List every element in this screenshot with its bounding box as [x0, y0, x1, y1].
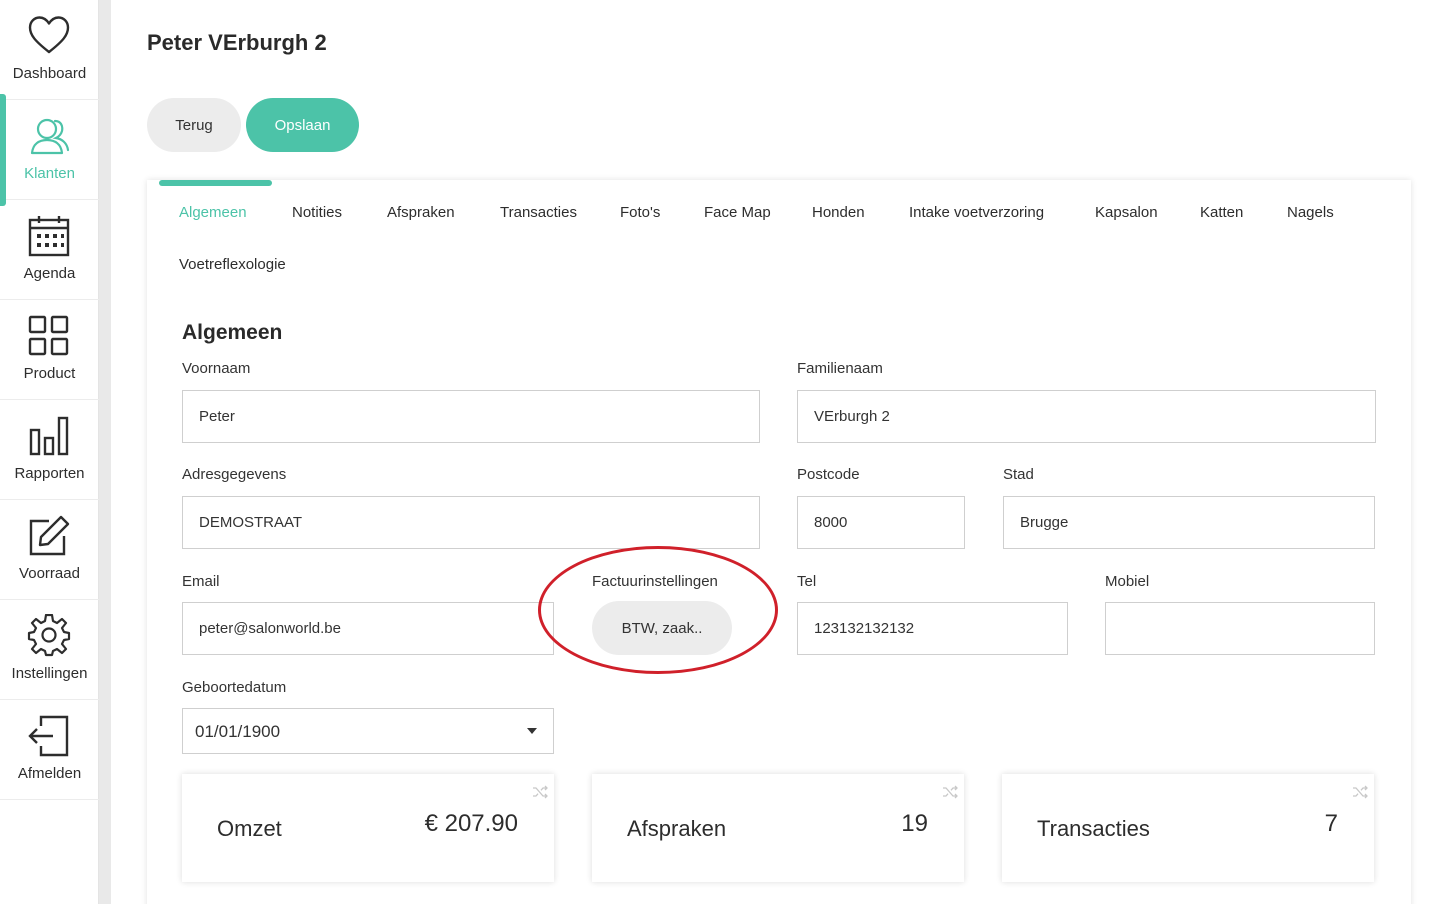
tel-input[interactable]: 123132132132 — [797, 602, 1068, 655]
sidebar-item-label: Agenda — [23, 265, 76, 282]
familienaam-label: Familienaam — [797, 360, 883, 377]
voornaam-input[interactable]: Peter — [182, 390, 760, 443]
shuffle-icon[interactable] — [1352, 784, 1368, 800]
sidebar-gutter — [99, 0, 111, 904]
tab-intake-voetverzoring[interactable]: Intake voetverzoring — [909, 204, 1044, 221]
caret-down-icon — [527, 728, 537, 734]
shuffle-icon[interactable] — [532, 784, 548, 800]
tab-voetreflexologie[interactable]: Voetreflexologie — [179, 256, 286, 273]
tab-face-map[interactable]: Face Map — [704, 204, 771, 221]
sidebar-item-label: Instellingen — [11, 665, 88, 682]
logout-icon — [28, 715, 69, 757]
grid-icon — [28, 315, 69, 356]
back-button[interactable]: Terug — [147, 98, 241, 152]
factuur-settings-button[interactable]: BTW, zaak.. — [592, 601, 732, 655]
tab-afspraken[interactable]: Afspraken — [387, 204, 455, 221]
voornaam-label: Voornaam — [182, 360, 251, 377]
tab-notities[interactable]: Notities — [292, 204, 342, 221]
stat-value: 19 — [901, 810, 928, 837]
tab-algemeen[interactable]: Algemeen — [179, 204, 247, 221]
page-title: Peter VErburgh 2 — [147, 30, 327, 55]
tab-nagels[interactable]: Nagels — [1287, 204, 1334, 221]
sidebar-item-instellingen[interactable]: Instellingen — [0, 600, 99, 700]
sidebar-item-label: Rapporten — [14, 465, 85, 482]
tel-label: Tel — [797, 573, 817, 590]
postcode-input[interactable]: 8000 — [797, 496, 965, 549]
active-tab-indicator — [159, 180, 272, 186]
heart-icon — [28, 16, 70, 54]
sidebar-item-label: Klanten — [24, 165, 75, 182]
calendar-icon — [28, 216, 70, 257]
mobiel-label: Mobiel — [1105, 573, 1150, 590]
tab-kapsalon[interactable]: Kapsalon — [1095, 204, 1158, 221]
stat-card-afspraken: Afspraken 19 — [592, 774, 964, 882]
sidebar-item-dashboard[interactable]: Dashboard — [0, 0, 99, 100]
stat-value: 7 — [1324, 810, 1338, 837]
stat-card-omzet: Omzet € 207.90 — [182, 774, 554, 882]
sidebar-item-klanten[interactable]: Klanten — [0, 94, 99, 206]
sidebar-item-label: Dashboard — [12, 65, 87, 82]
sidebar-item-product[interactable]: Product — [0, 300, 99, 400]
sidebar-item-label: Voorraad — [19, 565, 80, 582]
sidebar-item-label: Product — [23, 365, 76, 382]
adres-input[interactable]: DEMOSTRAAT — [182, 496, 760, 549]
geboortedatum-select[interactable]: 01/01/1900 — [182, 708, 554, 754]
users-icon — [30, 118, 70, 155]
main-content: Peter VErburgh 2 Terug Opslaan Algemeen … — [111, 0, 1430, 904]
client-card: Algemeen Notities Afspraken Transacties … — [147, 180, 1411, 904]
stat-value: € 207.90 — [424, 810, 518, 837]
geboortedatum-value: 01/01/1900 — [195, 722, 281, 741]
sidebar-item-rapporten[interactable]: Rapporten — [0, 400, 99, 500]
email-label: Email — [182, 573, 220, 590]
sidebar-item-label: Afmelden — [17, 765, 82, 782]
bar-chart-icon — [29, 416, 69, 456]
edit-icon — [29, 515, 70, 556]
sidebar-item-agenda[interactable]: Agenda — [0, 200, 99, 300]
stat-label: Afspraken — [627, 816, 727, 841]
email-input[interactable]: peter@salonworld.be — [182, 602, 554, 655]
stat-card-transacties: Transacties 7 — [1002, 774, 1374, 882]
stat-label: Omzet — [217, 816, 282, 841]
adres-label: Adresgegevens — [182, 466, 287, 483]
shuffle-icon[interactable] — [942, 784, 958, 800]
tab-transacties[interactable]: Transacties — [500, 204, 577, 221]
tab-honden[interactable]: Honden — [812, 204, 865, 221]
mobiel-input[interactable] — [1105, 602, 1375, 655]
sidebar-item-afmelden[interactable]: Afmelden — [0, 700, 99, 800]
stad-label: Stad — [1003, 466, 1034, 483]
tab-fotos[interactable]: Foto's — [620, 204, 660, 221]
gear-icon — [27, 614, 71, 657]
tab-katten[interactable]: Katten — [1200, 204, 1243, 221]
stad-input[interactable]: Brugge — [1003, 496, 1375, 549]
save-button[interactable]: Opslaan — [246, 98, 359, 152]
geboortedatum-label: Geboortedatum — [182, 679, 287, 696]
familienaam-input[interactable]: VErburgh 2 — [797, 390, 1376, 443]
factuur-label: Factuurinstellingen — [592, 573, 718, 590]
stat-label: Transacties — [1037, 816, 1150, 841]
postcode-label: Postcode — [797, 466, 860, 483]
sidebar: Dashboard Klanten Agenda Product Rapport… — [0, 0, 99, 904]
section-title: Algemeen — [182, 321, 283, 344]
sidebar-item-voorraad[interactable]: Voorraad — [0, 500, 99, 600]
